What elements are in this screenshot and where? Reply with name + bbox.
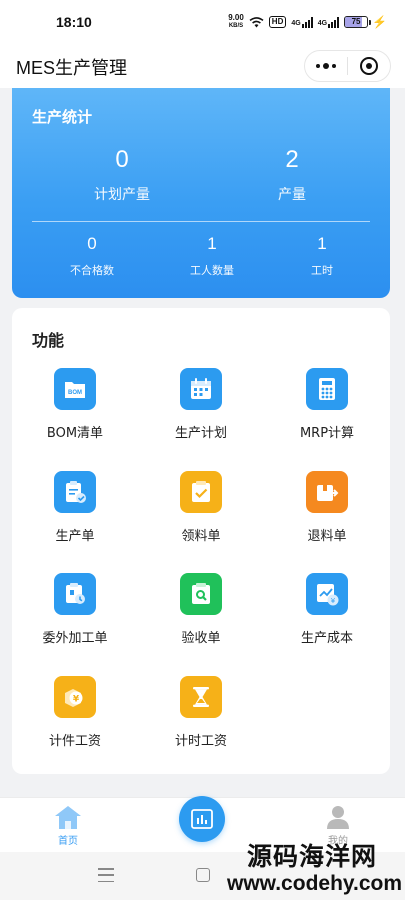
func-label: 生产成本 [300, 631, 353, 646]
network-type-1: 4G [291, 19, 301, 27]
func-outsource-order[interactable]: 委外加工单 [12, 573, 138, 663]
signal-bars-icon [301, 16, 313, 28]
func-label: 计件工资 [48, 734, 101, 749]
output-qty-value: 2 [285, 146, 299, 173]
func-label: 计时工资 [174, 734, 227, 749]
planned-qty-stat: 0 计划产量 [62, 146, 182, 204]
signal-bars-icon [328, 16, 340, 28]
calculator-icon [306, 368, 348, 410]
func-label: 委外加工单 [42, 631, 108, 646]
more-dot-icon [323, 63, 329, 69]
functions-title: 功能 [32, 331, 65, 350]
func-production-cost[interactable]: ¥ 生产成本 [264, 573, 390, 663]
calendar-icon [180, 368, 222, 410]
signal-2: 4G [317, 16, 340, 28]
stats-title: 生产统计 [32, 108, 93, 126]
charging-icon: ⚡ [372, 15, 387, 29]
hd-badge: HD [268, 16, 287, 28]
more-dot-icon [332, 64, 336, 68]
watermark-text: 源码海洋网 [246, 842, 377, 871]
stats-divider [32, 221, 370, 222]
worker-count-stat: 1 工人数量 [162, 234, 262, 278]
network-speed-value: 9.00 [228, 13, 244, 22]
func-bom-list[interactable]: BOM BOM清单 [12, 368, 138, 458]
chart-icon [191, 809, 213, 829]
worker-count-label: 工人数量 [190, 264, 234, 277]
func-label: BOM清单 [46, 426, 104, 441]
defect-count-value: 0 [87, 234, 97, 253]
func-production-plan[interactable]: 生产计划 [138, 368, 264, 458]
page-title: MES生产管理 [16, 58, 128, 78]
battery-icon: 75 ⚡ [344, 15, 387, 29]
bom-badge-text: BOM [68, 390, 82, 396]
status-icons: 9.00 KB/S HD 4G 4G 75 ⚡ [228, 14, 387, 30]
status-bar: 18:10 9.00 KB/S HD 4G 4G 75 ⚡ [0, 0, 405, 44]
func-hourly-wage[interactable]: 计时工资 [138, 676, 264, 766]
outsource-icon [54, 573, 96, 615]
defect-count-label: 不合格数 [70, 264, 114, 277]
func-material-pick[interactable]: 领料单 [138, 471, 264, 561]
output-qty-stat: 2 产量 [232, 146, 352, 204]
more-menu-button[interactable] [305, 63, 347, 69]
menu-icon[interactable] [98, 868, 114, 882]
network-type-2: 4G [317, 19, 328, 27]
material-return-icon [306, 471, 348, 513]
nav-bar: MES生产管理 [0, 44, 405, 88]
inspect-icon [180, 573, 222, 615]
svg-text:¥: ¥ [73, 695, 80, 705]
status-time: 18:10 [56, 14, 92, 30]
tab-center-button[interactable] [179, 796, 225, 842]
output-qty-label: 产量 [278, 187, 306, 203]
work-hours-stat: 1 工时 [272, 234, 372, 278]
work-hours-label: 工时 [311, 264, 333, 277]
bom-icon: BOM [54, 368, 96, 410]
func-label: 领料单 [181, 529, 221, 544]
cost-chart-icon: ¥ [306, 573, 348, 615]
func-label: 验收单 [181, 631, 221, 646]
piece-wage-icon: ¥ [54, 676, 96, 718]
wifi-icon [249, 16, 264, 27]
func-label: 生产单 [55, 529, 95, 544]
clipboard-check-icon [54, 471, 96, 513]
watermark-url: www.codehy.com [227, 872, 403, 895]
func-material-return[interactable]: 退料单 [264, 471, 390, 561]
tab-home-label: 首页 [58, 836, 78, 847]
func-label: 生产计划 [174, 426, 227, 441]
tab-home[interactable]: 首页 [50, 804, 86, 847]
work-hours-value: 1 [317, 234, 327, 253]
tab-mine[interactable]: 我的 [320, 804, 356, 847]
svg-text:¥: ¥ [331, 597, 336, 605]
planned-qty-value: 0 [115, 146, 129, 173]
mini-program-capsule [304, 50, 391, 82]
close-button[interactable] [348, 57, 390, 75]
home-icon [55, 806, 81, 829]
watermark: 源码海洋网 www.codehy.com [227, 842, 403, 896]
worker-count-value: 1 [207, 234, 217, 253]
planned-qty-label: 计划产量 [94, 187, 150, 203]
home-square-icon[interactable] [196, 868, 210, 882]
more-dot-icon [316, 64, 320, 68]
func-label: MRP计算 [299, 426, 355, 441]
func-inspection[interactable]: 验收单 [138, 573, 264, 663]
network-speed: 9.00 KB/S [228, 14, 244, 30]
func-mrp-calc[interactable]: MRP计算 [264, 368, 390, 458]
production-stats-card: 生产统计 0 计划产量 2 产量 0 不合格数 1 工人数量 1 工时 [12, 88, 390, 298]
func-label: 退料单 [307, 529, 347, 544]
user-icon [327, 806, 349, 829]
network-speed-unit: KB/S [228, 23, 244, 29]
battery-level: 75 [351, 17, 361, 26]
func-piece-wage[interactable]: ¥ 计件工资 [12, 676, 138, 766]
hourglass-wage-icon [180, 676, 222, 718]
defect-count-stat: 0 不合格数 [42, 234, 142, 278]
signal-1: 4G [291, 16, 313, 28]
material-pick-icon [180, 471, 222, 513]
functions-card: 功能 BOM BOM清单 生产计划 MRP计算 生产单 领料单 退料单 委外加工… [12, 308, 390, 774]
func-production-order[interactable]: 生产单 [12, 471, 138, 561]
close-target-icon [360, 57, 378, 75]
